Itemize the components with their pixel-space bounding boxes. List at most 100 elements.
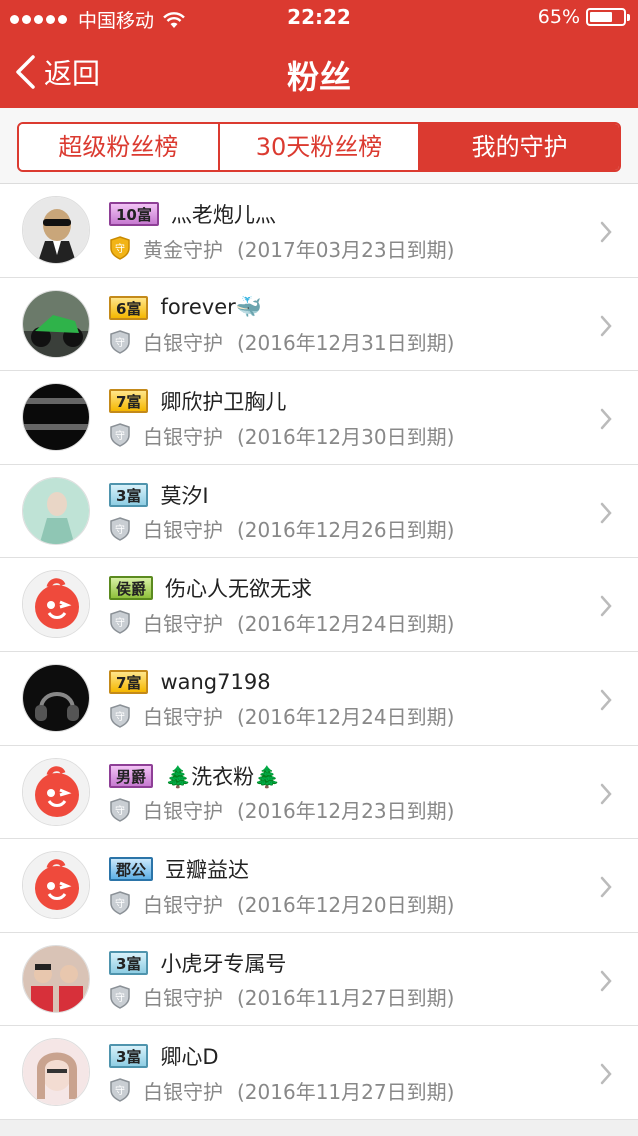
- silver-shield-icon: 守: [110, 704, 130, 728]
- avatar: [22, 476, 90, 545]
- list-item[interactable]: 3富 卿心D 守 白银守护 (2016年11月27日到期): [0, 1026, 638, 1120]
- guard-type: 白银守护: [143, 518, 223, 543]
- segment-bar: 超级粉丝榜 30天粉丝榜 我的守护: [0, 108, 638, 184]
- back-button[interactable]: 返回: [14, 50, 100, 94]
- back-label: 返回: [44, 57, 101, 90]
- rank-badge: 侯爵: [109, 576, 154, 601]
- chevron-right-icon: [600, 1064, 612, 1085]
- guard-info-line: 守 白银守护 (2016年12月20日到期): [109, 889, 454, 917]
- svg-text:守: 守: [115, 710, 125, 723]
- rank-badge: 3富: [109, 950, 149, 975]
- tab-30day-fans[interactable]: 30天粉丝榜: [219, 124, 421, 170]
- status-right: 65%: [537, 6, 630, 28]
- guard-type: 白银守护: [143, 424, 223, 449]
- guard-type: 白银守护: [143, 799, 223, 824]
- fan-name: 🌲洗衣粉🌲: [165, 764, 281, 789]
- avatar: [22, 570, 90, 639]
- fan-title-line: 6富 forever🐳: [109, 294, 262, 322]
- guard-type: 白银守护: [143, 986, 223, 1011]
- fan-title-line: 7富 卿欣护卫胸儿: [109, 387, 286, 415]
- list-item[interactable]: 7富 wang7198 守 白银守护 (2016年12月24日到期): [0, 652, 638, 746]
- chevron-right-icon: [600, 408, 612, 430]
- expiry-date: (2016年11月27日到期): [237, 986, 455, 1011]
- svg-text:守: 守: [115, 991, 125, 1004]
- silver-shield-icon: 守: [110, 516, 130, 541]
- rank-badge: 7富: [109, 669, 149, 694]
- svg-text:守: 守: [115, 1084, 125, 1097]
- battery-nub: [627, 14, 630, 21]
- guard-type: 白银守护: [143, 611, 223, 636]
- rank-badge: 6富: [109, 295, 149, 320]
- svg-text:守: 守: [115, 616, 125, 629]
- silver-shield-icon: 守: [110, 797, 130, 822]
- chevron-right-icon: [600, 689, 612, 711]
- avatar: [22, 757, 90, 826]
- guard-info-line: 守 白银守护 (2016年12月23日到期): [109, 796, 454, 824]
- chevron-right-icon: [600, 876, 612, 898]
- battery-fill: [590, 12, 612, 22]
- expiry-date: (2016年12月20日到期): [237, 892, 455, 917]
- svg-text:守: 守: [115, 429, 125, 442]
- chevron-right-icon: [600, 970, 612, 991]
- list-item[interactable]: 3富 小虎牙专属号 守 白银守护 (2016年11月27日到期): [0, 933, 638, 1027]
- expiry-date: (2016年12月26日到期): [237, 518, 455, 543]
- fan-title-line: 7富 wang7198: [109, 668, 271, 696]
- expiry-date: (2016年12月24日到期): [237, 705, 455, 730]
- avatar: [22, 1038, 90, 1107]
- guard-type: 白银守护: [143, 705, 223, 730]
- svg-text:守: 守: [115, 804, 125, 817]
- rank-badge: 郡公: [109, 857, 154, 882]
- guard-type: 黄金守护: [143, 237, 223, 262]
- fan-name: 伤心人无欲无求: [165, 577, 313, 602]
- guard-info-line: 守 白银守护 (2016年12月30日到期): [109, 421, 454, 449]
- guard-type: 白银守护: [143, 892, 223, 917]
- avatar: [22, 851, 90, 920]
- guard-info-line: 守 白银守护 (2016年11月27日到期): [109, 1076, 454, 1104]
- expiry-date: (2016年12月30日到期): [237, 424, 455, 449]
- gold-shield-icon: 守: [110, 236, 130, 260]
- battery-percent: 65%: [537, 6, 580, 28]
- list-item[interactable]: 10富 灬老炮儿灬 守 黄金守护 (2017年03月23日到期): [0, 184, 638, 278]
- list-item[interactable]: 3富 莫汐I 守 白银守护 (2016年12月26日到期): [0, 465, 638, 559]
- fan-title-line: 10富 灬老炮儿灬: [109, 200, 276, 228]
- expiry-date: (2016年11月27日到期): [237, 1079, 455, 1104]
- guard-info-line: 守 白银守护 (2016年12月26日到期): [109, 515, 454, 543]
- list-item[interactable]: 侯爵 伤心人无欲无求 守 白银守护 (2016年12月24日到期): [0, 558, 638, 652]
- fan-title-line: 侯爵 伤心人无欲无求: [109, 574, 312, 602]
- rank-badge: 3富: [109, 482, 149, 507]
- silver-shield-icon: 守: [110, 984, 130, 1009]
- fan-name: forever🐳: [160, 295, 262, 320]
- fan-name: 卿心D: [160, 1045, 219, 1070]
- expiry-date: (2016年12月24日到期): [237, 611, 455, 636]
- chevron-right-icon: [600, 596, 612, 617]
- list-item[interactable]: 7富 卿欣护卫胸儿 守 白银守护 (2016年12月30日到期): [0, 371, 638, 465]
- fan-title-line: 男爵 🌲洗衣粉🌲: [109, 762, 280, 790]
- tab-my-guardians[interactable]: 我的守护: [420, 124, 619, 170]
- list-item[interactable]: 男爵 🌲洗衣粉🌲 守 白银守护 (2016年12月23日到期): [0, 746, 638, 840]
- fan-name: 莫汐I: [160, 483, 209, 508]
- chevron-right-icon: [600, 221, 612, 243]
- fan-name: 小虎牙专属号: [160, 951, 287, 976]
- svg-text:守: 守: [115, 336, 125, 349]
- guard-type: 白银守护: [143, 1079, 223, 1104]
- list-item[interactable]: 郡公 豆瓣益达 守 白银守护 (2016年12月20日到期): [0, 839, 638, 933]
- avatar: [22, 289, 90, 358]
- avatar: [22, 663, 90, 732]
- tab-super-fans[interactable]: 超级粉丝榜: [19, 124, 220, 170]
- list-footer-gap: [0, 1120, 638, 1136]
- chevron-right-icon: [600, 783, 612, 804]
- chevron-left-icon: [16, 55, 35, 89]
- guard-info-line: 守 白银守护 (2016年11月27日到期): [109, 983, 454, 1011]
- silver-shield-icon: 守: [110, 1078, 130, 1103]
- fan-name: 卿欣护卫胸儿: [160, 390, 287, 415]
- chevron-right-icon: [600, 502, 612, 524]
- rank-badge: 10富: [109, 202, 159, 226]
- fan-name: 灬老炮儿灬: [170, 203, 276, 227]
- fan-title-line: 3富 莫汐I: [109, 481, 209, 509]
- guard-info-line: 守 白银守护 (2016年12月24日到期): [109, 608, 454, 636]
- list-item[interactable]: 6富 forever🐳 守 白银守护 (2016年12月31日到期): [0, 278, 638, 372]
- expiry-date: (2016年12月23日到期): [237, 799, 455, 824]
- svg-text:守: 守: [115, 242, 125, 255]
- silver-shield-icon: 守: [110, 610, 130, 635]
- avatar: [22, 196, 90, 264]
